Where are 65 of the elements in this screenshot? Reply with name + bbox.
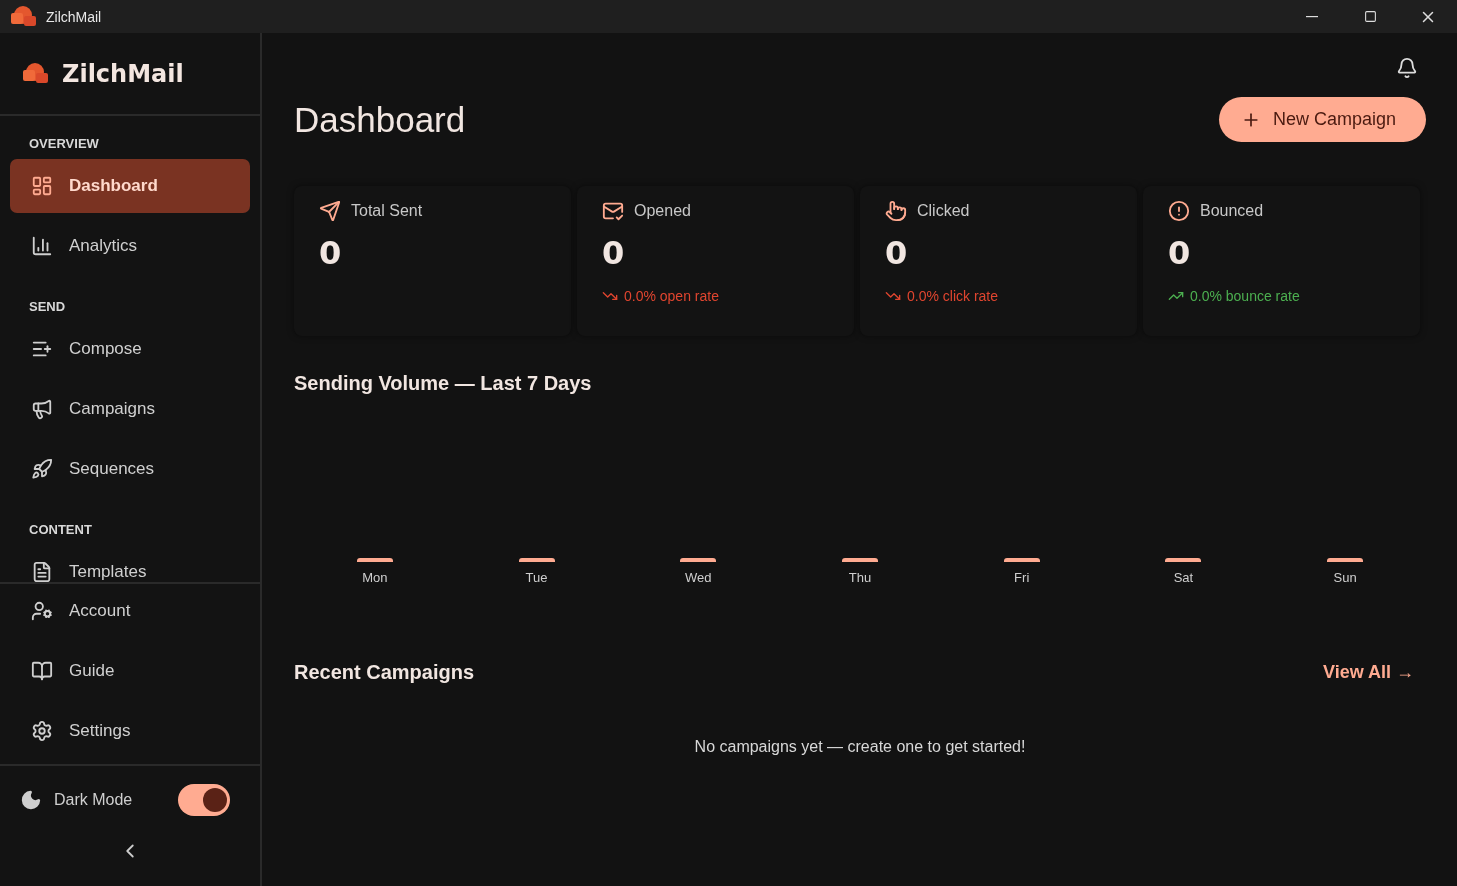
volume-bar	[1327, 558, 1364, 562]
alert-icon	[1168, 200, 1190, 222]
volume-bar	[842, 558, 878, 562]
day-label: Fri	[1014, 570, 1030, 585]
dark-mode-label: Dark Mode	[54, 791, 134, 809]
book-icon	[31, 660, 53, 682]
notifications-button[interactable]	[1396, 57, 1418, 79]
maximize-icon	[1363, 10, 1377, 23]
day-label: Tue	[525, 570, 548, 585]
megaphone-icon	[31, 398, 53, 420]
logo-icon	[22, 61, 50, 86]
section-title: Recent Campaigns	[294, 661, 475, 684]
settings-icon	[31, 720, 53, 742]
mail-check-icon	[602, 200, 624, 222]
dashboard-icon	[31, 175, 53, 197]
nav-item[interactable]: Campaigns	[10, 382, 250, 436]
volume-bar	[1003, 558, 1040, 562]
nav-item[interactable]: Guide	[10, 644, 250, 698]
day-label: Wed	[685, 570, 712, 585]
section-heading: OVERVIEW	[28, 135, 100, 153]
user-gear-icon	[31, 600, 53, 622]
volume-bar	[356, 558, 393, 562]
minimize-icon	[1306, 15, 1318, 18]
section-heading: CONTENT	[28, 521, 93, 539]
trend-text: 0.0% click rate	[907, 288, 999, 304]
bar-chart-icon	[31, 235, 53, 257]
rocket-icon	[31, 458, 53, 480]
section-title: Sending Volume — Last 7 Days	[294, 372, 593, 395]
nav-item[interactable]: Settings	[10, 704, 250, 758]
section-heading: SEND	[28, 298, 67, 316]
nav-item[interactable]: Dashboard	[10, 159, 250, 213]
dark-mode-toggle[interactable]	[178, 784, 230, 816]
volume-bar	[680, 558, 717, 562]
nav-item[interactable]: Compose	[10, 322, 250, 376]
volume-bar	[518, 558, 555, 562]
empty-message: No campaigns yet — create one to get started!	[693, 738, 1027, 756]
stat-value: 0	[602, 234, 626, 272]
send-icon	[319, 200, 341, 222]
page-title: Dashboard	[294, 99, 466, 140]
trend-text: 0.0% open rate	[624, 288, 719, 304]
stat-label: Opened	[634, 202, 691, 220]
document-icon	[31, 561, 53, 582]
volume-bar	[1165, 558, 1202, 562]
stat-label: Total Sent	[351, 202, 423, 220]
day-label: Sun	[1333, 570, 1357, 585]
brand-name: ZilchMail	[62, 59, 184, 88]
new-campaign-button[interactable]: New Campaign	[1218, 97, 1426, 142]
day-label: Sat	[1173, 570, 1194, 585]
pointer-icon	[885, 200, 907, 222]
logo-icon	[10, 4, 38, 29]
day-label: Mon	[362, 570, 388, 585]
nav-item[interactable]: Account	[10, 584, 250, 638]
moon-icon	[20, 789, 42, 811]
day-label: Thu	[848, 570, 872, 585]
view-all-link[interactable]: View All →	[1322, 662, 1414, 683]
trend-text: 0.0% bounce rate	[1190, 288, 1300, 304]
stat-value: 0	[885, 234, 909, 272]
nav-item[interactable]: Templates	[10, 545, 250, 582]
window-title: ZilchMail	[46, 8, 103, 25]
stat-value: 0	[319, 234, 343, 272]
nav-item[interactable]: Sequences	[10, 442, 250, 496]
stat-label: Bounced	[1200, 202, 1264, 220]
stat-label: Clicked	[917, 202, 970, 220]
nav-item[interactable]: Analytics	[10, 219, 250, 273]
stat-value: 0	[1168, 234, 1192, 272]
